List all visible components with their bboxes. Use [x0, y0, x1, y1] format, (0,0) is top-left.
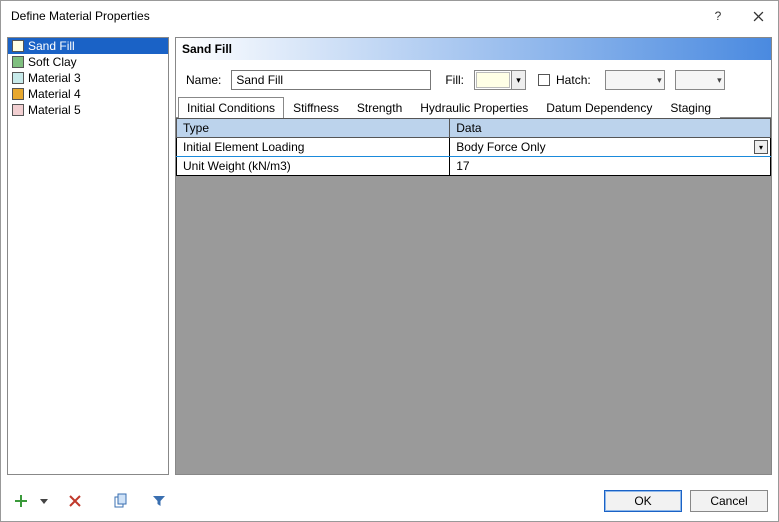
hatch-pattern-dropdown[interactable]: ▾ [605, 70, 665, 90]
grid-column-header[interactable]: Type [177, 119, 450, 138]
name-label: Name: [186, 73, 225, 87]
grid-cell-data[interactable]: 17 [450, 157, 771, 176]
grid-row[interactable]: Initial Element Loading Body Force Only … [177, 138, 771, 157]
name-fill-row: Name: Fill: ▾ Hatch: ▾ ▾ [176, 60, 771, 96]
tab-content: Type Data Initial Element Loading Body F… [176, 118, 771, 474]
title-bar: Define Material Properties ? [1, 1, 778, 31]
grid-row[interactable]: Unit Weight (kN/m3) 17 [177, 157, 771, 176]
fill-label: Fill: [445, 73, 468, 87]
hatch-checkbox[interactable] [538, 74, 550, 86]
tab-datum-dependency[interactable]: Datum Dependency [537, 97, 661, 118]
material-item[interactable]: Material 5 [8, 102, 168, 118]
tab-initial-conditions[interactable]: Initial Conditions [178, 97, 284, 118]
tab-strip: Initial Conditions Stiffness Strength Hy… [176, 96, 771, 118]
material-swatch-icon [12, 56, 24, 68]
material-item[interactable]: Soft Clay [8, 54, 168, 70]
delete-material-button[interactable] [65, 491, 85, 511]
grid-cell-type[interactable]: Initial Element Loading [177, 138, 450, 157]
material-header-title: Sand Fill [182, 42, 232, 56]
tab-staging[interactable]: Staging [661, 97, 720, 118]
material-item-label: Material 4 [28, 87, 81, 101]
copy-material-button[interactable] [111, 491, 131, 511]
grid-column-header[interactable]: Data [450, 119, 771, 138]
filter-button[interactable] [149, 491, 169, 511]
close-button[interactable] [738, 1, 778, 31]
add-material-button[interactable] [11, 491, 31, 511]
material-item-label: Material 5 [28, 103, 81, 117]
tab-hydraulic-properties[interactable]: Hydraulic Properties [411, 97, 537, 118]
chevron-down-icon: ▾ [511, 71, 525, 89]
dialog-footer: OK Cancel [1, 481, 778, 521]
properties-grid[interactable]: Type Data Initial Element Loading Body F… [176, 118, 771, 176]
dialog-window: Define Material Properties ? Sand Fill S… [0, 0, 779, 522]
grid-cell-data[interactable]: Body Force Only ▾ [450, 138, 771, 157]
fill-swatch-icon [476, 72, 510, 88]
grid-cell-value: Body Force Only [456, 140, 545, 154]
material-item-label: Sand Fill [28, 39, 75, 53]
chevron-down-icon: ▾ [717, 75, 722, 86]
material-item-label: Soft Clay [28, 55, 77, 69]
ok-button[interactable]: OK [604, 490, 682, 512]
grid-cell-type[interactable]: Unit Weight (kN/m3) [177, 157, 450, 176]
fill-color-picker[interactable]: ▾ [474, 70, 526, 90]
dropdown-button-icon[interactable]: ▾ [754, 140, 768, 154]
hatch-color-dropdown[interactable]: ▾ [675, 70, 725, 90]
material-swatch-icon [12, 88, 24, 100]
window-title: Define Material Properties [11, 9, 698, 23]
properties-panel: Sand Fill Name: Fill: ▾ Hatch: ▾ ▾ Initi… [175, 37, 772, 475]
material-header: Sand Fill [176, 38, 771, 60]
tab-strength[interactable]: Strength [348, 97, 411, 118]
grid-header-row: Type Data [177, 119, 771, 138]
material-swatch-icon [12, 40, 24, 52]
name-input[interactable] [231, 70, 431, 90]
material-item[interactable]: Material 3 [8, 70, 168, 86]
hatch-label: Hatch: [556, 73, 595, 87]
material-item-label: Material 3 [28, 71, 81, 85]
chevron-down-icon: ▾ [657, 75, 662, 86]
material-list-panel: Sand Fill Soft Clay Material 3 Material … [7, 37, 169, 475]
help-button[interactable]: ? [698, 1, 738, 31]
add-dropdown-button[interactable] [39, 491, 49, 511]
material-item[interactable]: Sand Fill [8, 38, 168, 54]
material-item[interactable]: Material 4 [8, 86, 168, 102]
material-swatch-icon [12, 104, 24, 116]
cancel-button[interactable]: Cancel [690, 490, 768, 512]
tab-stiffness[interactable]: Stiffness [284, 97, 348, 118]
dialog-body: Sand Fill Soft Clay Material 3 Material … [1, 31, 778, 481]
material-swatch-icon [12, 72, 24, 84]
material-list[interactable]: Sand Fill Soft Clay Material 3 Material … [8, 38, 168, 474]
